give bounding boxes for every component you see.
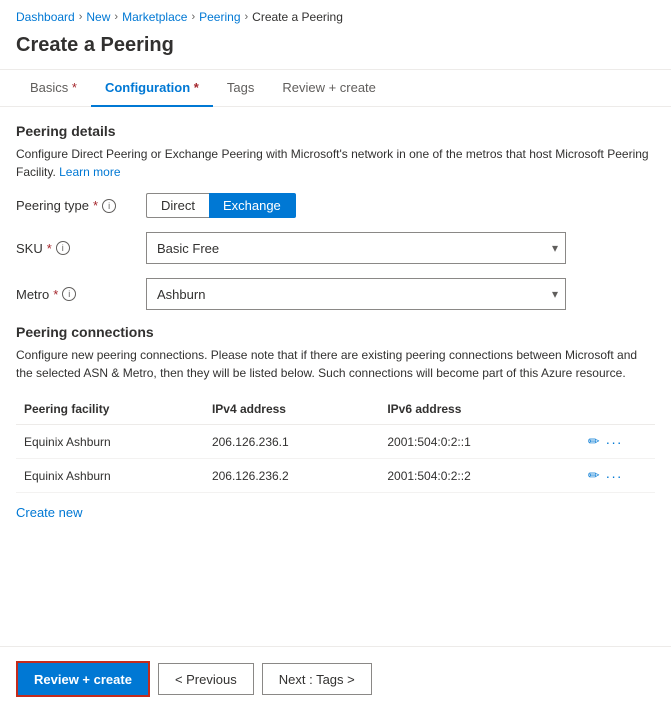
row2-action-buttons: ✏ ··· (588, 467, 647, 484)
row2-actions: ✏ ··· (580, 459, 655, 493)
sku-info-icon[interactable]: i (56, 241, 70, 255)
tab-tags[interactable]: Tags (213, 70, 268, 107)
tabs-container: Basics * Configuration * Tags Review + c… (0, 70, 671, 107)
peering-type-info-icon[interactable]: i (102, 199, 116, 213)
peering-type-label: Peering type * i (16, 198, 146, 213)
metro-info-icon[interactable]: i (62, 287, 76, 301)
table-row: Equinix Ashburn 206.126.236.2 2001:504:0… (16, 459, 655, 493)
row2-ipv6[interactable]: 2001:504:0:2::2 (379, 459, 579, 493)
row1-action-buttons: ✏ ··· (588, 433, 647, 450)
learn-more-link[interactable]: Learn more (59, 165, 120, 179)
sku-label: SKU * i (16, 241, 146, 256)
page-wrapper: Dashboard › New › Marketplace › Peering … (0, 0, 671, 711)
col-header-facility: Peering facility (16, 394, 204, 425)
tab-review-create[interactable]: Review + create (268, 70, 390, 107)
sku-row: SKU * i Basic Free Premium ▾ (16, 232, 655, 264)
connections-table: Peering facility IPv4 address IPv6 addre… (16, 394, 655, 493)
table-header: Peering facility IPv4 address IPv6 addre… (16, 394, 655, 425)
row1-more-icon[interactable]: ··· (606, 434, 623, 450)
metro-row: Metro * i Ashburn Dallas Seattle Chicago… (16, 278, 655, 310)
breadcrumb-current: Create a Peering (252, 10, 343, 24)
peering-connections-title: Peering connections (16, 324, 655, 340)
breadcrumb-dashboard[interactable]: Dashboard (16, 10, 75, 24)
metro-select[interactable]: Ashburn Dallas Seattle Chicago (146, 278, 566, 310)
previous-button[interactable]: < Previous (158, 663, 254, 695)
row2-ipv4[interactable]: 206.126.236.2 (204, 459, 379, 493)
row1-actions: ✏ ··· (580, 425, 655, 459)
peering-connections-desc: Configure new peering connections. Pleas… (16, 346, 655, 382)
col-header-ipv6: IPv6 address (379, 394, 579, 425)
create-new-link[interactable]: Create new (16, 505, 82, 520)
row2-edit-icon[interactable]: ✏ (588, 467, 600, 484)
peering-details-title: Peering details (16, 123, 655, 139)
page-title: Create a Peering (0, 30, 671, 69)
tab-basics[interactable]: Basics * (16, 70, 91, 107)
col-header-actions (580, 394, 655, 425)
sku-required: * (47, 241, 52, 256)
peering-connections-section: Peering connections Configure new peerin… (16, 324, 655, 520)
table-row: Equinix Ashburn 206.126.236.1 2001:504:0… (16, 425, 655, 459)
sku-select[interactable]: Basic Free Premium (146, 232, 566, 264)
row2-more-icon[interactable]: ··· (606, 468, 623, 484)
tab-configuration[interactable]: Configuration * (91, 70, 213, 107)
breadcrumb-sep-3: › (191, 11, 195, 23)
breadcrumb-peering[interactable]: Peering (199, 10, 240, 24)
peering-type-toggle: Direct Exchange (146, 193, 296, 218)
content-area: Peering details Configure Direct Peering… (0, 107, 671, 536)
row2-facility: Equinix Ashburn (16, 459, 204, 493)
peering-type-exchange[interactable]: Exchange (209, 193, 296, 218)
peering-details-desc: Configure Direct Peering or Exchange Pee… (16, 145, 655, 181)
table-body: Equinix Ashburn 206.126.236.1 2001:504:0… (16, 425, 655, 493)
peering-type-row: Peering type * i Direct Exchange (16, 193, 655, 218)
footer: Review + create < Previous Next : Tags > (0, 646, 671, 711)
row1-ipv4[interactable]: 206.126.236.1 (204, 425, 379, 459)
peering-type-required: * (93, 198, 98, 213)
breadcrumb-sep-2: › (114, 11, 118, 23)
breadcrumb-sep-4: › (245, 11, 249, 23)
row1-facility: Equinix Ashburn (16, 425, 204, 459)
sku-dropdown: Basic Free Premium ▾ (146, 232, 566, 264)
metro-label: Metro * i (16, 287, 146, 302)
breadcrumb: Dashboard › New › Marketplace › Peering … (0, 0, 671, 30)
metro-required: * (53, 287, 58, 302)
review-create-button[interactable]: Review + create (16, 661, 150, 697)
breadcrumb-sep-1: › (79, 11, 83, 23)
peering-type-direct[interactable]: Direct (146, 193, 209, 218)
col-header-ipv4: IPv4 address (204, 394, 379, 425)
row1-edit-icon[interactable]: ✏ (588, 433, 600, 450)
breadcrumb-new[interactable]: New (86, 10, 110, 24)
breadcrumb-marketplace[interactable]: Marketplace (122, 10, 187, 24)
row1-ipv6[interactable]: 2001:504:0:2::1 (379, 425, 579, 459)
metro-dropdown: Ashburn Dallas Seattle Chicago ▾ (146, 278, 566, 310)
next-button[interactable]: Next : Tags > (262, 663, 372, 695)
